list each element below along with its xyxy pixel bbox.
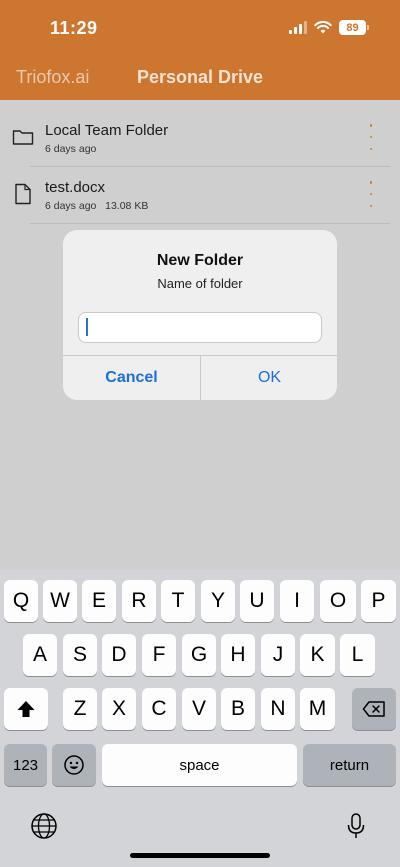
document-icon: [15, 183, 31, 205]
text-cursor: [86, 318, 88, 336]
file-meta: 6 days ago 13.08 KB: [45, 200, 149, 212]
return-key[interactable]: return: [303, 744, 396, 786]
top-bar: 11:29 89 Triofox.ai Personal Drive: [0, 0, 400, 100]
key-k[interactable]: K: [300, 634, 335, 676]
status-time: 11:29: [50, 18, 98, 38]
shift-key[interactable]: [4, 688, 48, 730]
space-key[interactable]: space: [102, 744, 297, 786]
key-f[interactable]: F: [142, 634, 176, 676]
more-options-icon[interactable]: [368, 181, 374, 207]
file-name: Local Team Folder: [45, 122, 169, 139]
key-n[interactable]: N: [261, 688, 295, 730]
keyboard: Q W E R T Y U I O P A S D F G H J K L Z …: [0, 570, 400, 867]
shift-icon: [17, 701, 35, 717]
key-h[interactable]: H: [221, 634, 255, 676]
more-options-icon[interactable]: [368, 124, 374, 150]
cancel-button[interactable]: Cancel: [63, 356, 200, 400]
key-i[interactable]: I: [280, 580, 314, 622]
key-y[interactable]: Y: [201, 580, 235, 622]
folder-icon: [12, 130, 34, 145]
dialog-message: Name of folder: [157, 276, 243, 291]
backspace-key[interactable]: [352, 688, 396, 730]
key-t[interactable]: T: [161, 580, 195, 622]
key-u[interactable]: U: [240, 580, 274, 622]
delete-icon: [362, 701, 385, 717]
status-icons: 89: [289, 20, 369, 35]
key-v[interactable]: V: [182, 688, 216, 730]
key-p[interactable]: P: [361, 580, 396, 622]
key-w[interactable]: W: [43, 580, 77, 622]
cellular-signal-icon: [289, 21, 307, 34]
key-m[interactable]: M: [300, 688, 335, 730]
emoji-key[interactable]: [52, 744, 96, 786]
globe-icon[interactable]: [30, 812, 58, 840]
key-s[interactable]: S: [63, 634, 97, 676]
key-q[interactable]: Q: [4, 580, 38, 622]
key-g[interactable]: G: [182, 634, 216, 676]
key-j[interactable]: J: [261, 634, 295, 676]
divider: [30, 223, 390, 224]
key-o[interactable]: O: [320, 580, 356, 622]
home-indicator: [130, 853, 270, 858]
dialog-title: New Folder: [156, 252, 244, 269]
emoji-icon: [64, 755, 84, 775]
list-item[interactable]: test.docx 6 days ago 13.08 KB: [0, 167, 400, 224]
ok-button[interactable]: OK: [201, 356, 337, 400]
wifi-icon: [314, 21, 332, 34]
battery-icon: 89: [339, 20, 369, 35]
key-z[interactable]: Z: [63, 688, 97, 730]
folder-name-input[interactable]: [78, 312, 322, 343]
key-l[interactable]: L: [340, 634, 375, 676]
key-d[interactable]: D: [102, 634, 136, 676]
page-title: Personal Drive: [136, 67, 264, 87]
key-e[interactable]: E: [82, 580, 116, 622]
file-name: test.docx: [45, 179, 106, 196]
file-meta: 6 days ago: [45, 143, 97, 155]
list-item[interactable]: Local Team Folder 6 days ago: [0, 110, 400, 167]
new-folder-dialog: New Folder Name of folder Cancel OK: [63, 230, 337, 400]
key-a[interactable]: A: [23, 634, 57, 676]
key-r[interactable]: R: [122, 580, 156, 622]
key-b[interactable]: B: [221, 688, 255, 730]
microphone-icon[interactable]: [346, 812, 366, 840]
key-x[interactable]: X: [102, 688, 136, 730]
numbers-key[interactable]: 123: [4, 744, 47, 786]
key-c[interactable]: C: [142, 688, 176, 730]
